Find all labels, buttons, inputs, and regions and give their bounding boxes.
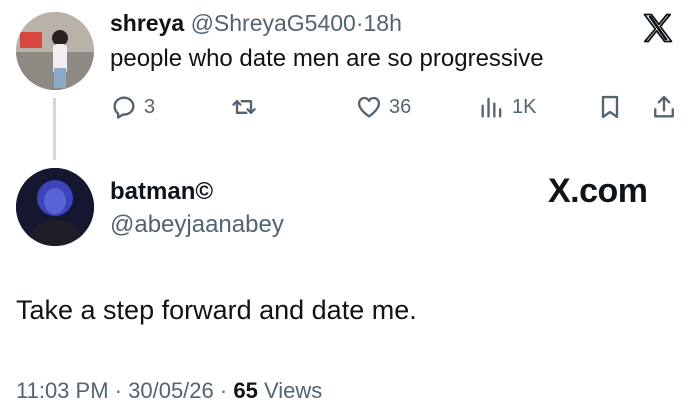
xcom-watermark: X.com xyxy=(548,172,648,210)
tweet2-author-handle[interactable]: @abeyjaanabey xyxy=(110,211,284,239)
tweet1-header: shreya @ShreyaG5400·18h xyxy=(110,10,402,37)
bookmark-button[interactable] xyxy=(596,92,624,122)
bookmark-icon xyxy=(596,93,624,121)
share-button[interactable] xyxy=(650,92,678,122)
heart-icon xyxy=(355,93,383,121)
tweet2-time[interactable]: 11:03 PM xyxy=(16,378,109,403)
like-button[interactable]: 36 xyxy=(355,92,411,122)
tweet2-text: Take a step forward and date me. xyxy=(16,295,417,325)
avatar-batman[interactable] xyxy=(16,168,94,246)
share-icon xyxy=(650,93,678,121)
tweet2-views-count[interactable]: 65 xyxy=(233,378,257,403)
views-count: 1K xyxy=(512,95,537,118)
tweet2-author-name[interactable]: batman© xyxy=(110,178,213,206)
like-count: 36 xyxy=(389,95,412,118)
tweet1-text: people who date men are so progressive xyxy=(110,45,544,72)
tweet1-separator: · xyxy=(355,10,364,36)
reply-count: 3 xyxy=(144,95,156,118)
tweet1-author-name[interactable]: shreya xyxy=(110,10,184,36)
meta-separator: · xyxy=(219,378,228,403)
views-button[interactable]: 1K xyxy=(478,92,536,122)
retweet-icon xyxy=(230,93,258,121)
avatar-shreya[interactable] xyxy=(16,12,94,90)
tweet2-date[interactable]: 30/05/26 xyxy=(128,378,214,403)
tweet1-author-handle[interactable]: @ShreyaG5400 xyxy=(191,10,356,36)
tweet1-age[interactable]: 18h xyxy=(364,10,402,36)
meta-separator: · xyxy=(114,378,122,403)
x-logo-icon[interactable] xyxy=(640,10,676,46)
reply-icon xyxy=(110,93,138,121)
tweet2-meta: 11:03 PM · 30/05/26 · 65 Views xyxy=(16,378,322,404)
views-icon xyxy=(478,93,506,121)
reply-button[interactable]: 3 xyxy=(110,92,155,122)
thread-line xyxy=(53,98,56,160)
retweet-button[interactable] xyxy=(230,92,258,122)
tweet2-views-label: Views xyxy=(263,378,323,403)
